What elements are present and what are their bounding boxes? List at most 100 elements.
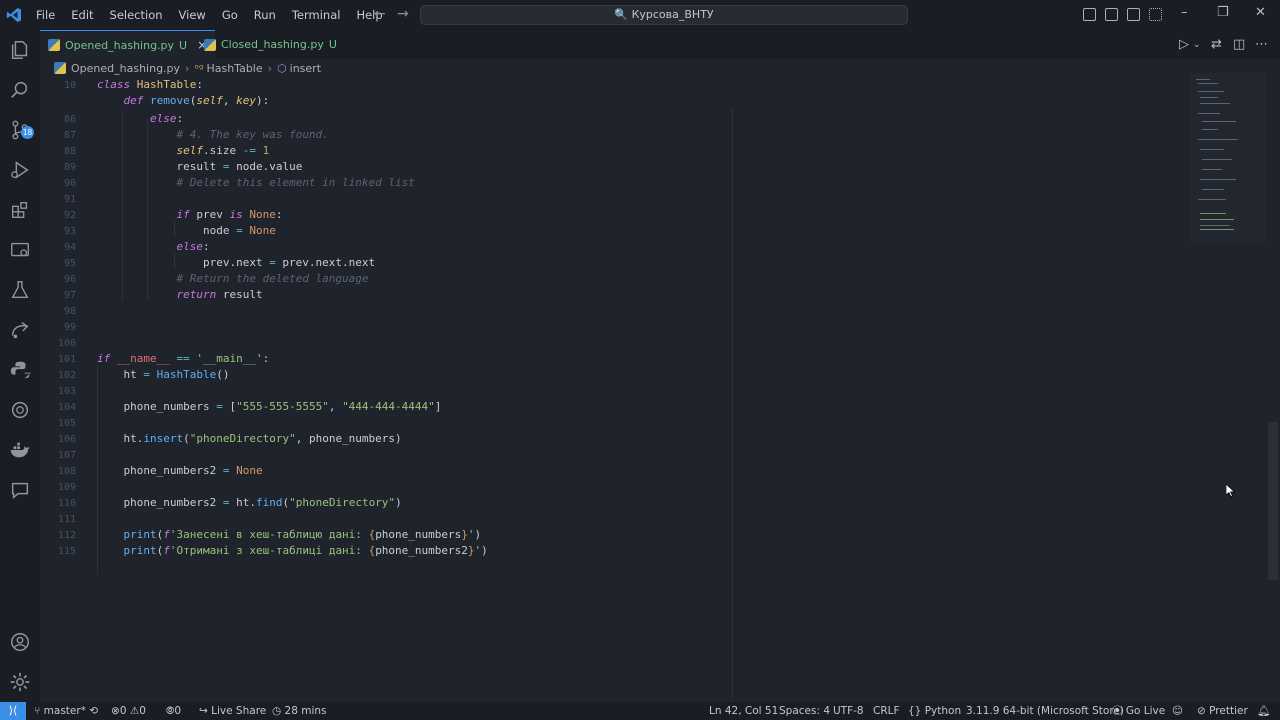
- openai-icon[interactable]: [0, 390, 40, 430]
- command-center-search[interactable]: 🔍 Курсова_ВНТУ: [420, 5, 908, 25]
- docker-icon[interactable]: [0, 430, 40, 470]
- code-line: 97 return result: [63, 288, 263, 301]
- more-actions-icon[interactable]: ⋯: [1255, 37, 1268, 52]
- tab-label: Closed_hashing.py: [221, 38, 324, 51]
- code-line: 10 class HashTable:: [63, 78, 203, 91]
- explorer-icon[interactable]: [0, 30, 40, 70]
- minimap[interactable]: [1190, 73, 1266, 243]
- minimap-line: [1200, 225, 1230, 226]
- minimap-line: [1198, 83, 1218, 84]
- broadcast-icon: ⦿: [1112, 705, 1123, 717]
- compare-changes-icon[interactable]: ⇄: [1211, 37, 1222, 52]
- code-line: 89 result = node.value: [63, 160, 303, 173]
- testing-flask-icon[interactable]: [0, 270, 40, 310]
- restore-icon[interactable]: ❐: [1217, 5, 1229, 20]
- menu-run[interactable]: Run: [246, 0, 284, 30]
- python-file-icon: [54, 62, 66, 74]
- source-control-icon[interactable]: 18: [0, 110, 40, 150]
- time-tracker-status[interactable]: ◷ 28 mins: [272, 702, 327, 720]
- minimap-line: [1200, 229, 1234, 230]
- breadcrumb-method[interactable]: insert: [290, 62, 321, 75]
- python-interpreter[interactable]: 3.11.9 64-bit (Microsoft Store): [966, 702, 1124, 720]
- extensions-icon[interactable]: [0, 190, 40, 230]
- code-line: 107: [57, 450, 76, 461]
- go-live-status[interactable]: ⦿ Go Live: [1112, 702, 1165, 720]
- close-window-icon[interactable]: ✕: [1255, 5, 1266, 20]
- braces-icon: {}: [908, 705, 922, 717]
- run-debug-icon[interactable]: [0, 150, 40, 190]
- tab-label: Opened_hashing.py: [65, 38, 175, 52]
- customize-layout-icon[interactable]: [1149, 8, 1162, 21]
- python-icon[interactable]: [0, 350, 40, 390]
- minimize-icon[interactable]: –: [1181, 5, 1188, 20]
- live-share-icon[interactable]: [0, 310, 40, 350]
- editor-ruler: [732, 108, 733, 702]
- minimap-line: [1202, 169, 1222, 170]
- minimap-line: [1196, 79, 1210, 80]
- activity-bar: 18: [0, 30, 40, 702]
- class-symbol-icon: ᵒᵍ: [194, 61, 204, 75]
- breadcrumb-class[interactable]: HashTable: [206, 62, 262, 75]
- code-line: 109: [57, 482, 76, 493]
- forward-arrow-icon[interactable]: →: [397, 6, 409, 22]
- minimap-line: [1200, 219, 1234, 220]
- menu-terminal[interactable]: Terminal: [284, 0, 349, 30]
- code-line: 115 print(f'Отримані з хеш-таблиці дані:…: [57, 544, 488, 557]
- code-line: 86 else:: [63, 112, 184, 125]
- cursor-position[interactable]: Ln 42, Col 51: [709, 702, 778, 720]
- code-line: 99: [63, 322, 76, 333]
- code-line: 111: [57, 514, 76, 525]
- back-arrow-icon[interactable]: ←: [374, 6, 386, 22]
- notifications-bell-icon[interactable]: 🔔︎: [1257, 702, 1270, 720]
- ports-status[interactable]: ⦾0: [166, 702, 181, 720]
- search-icon[interactable]: [0, 70, 40, 110]
- live-share-status[interactable]: ↪ Live Share: [199, 702, 266, 720]
- indentation[interactable]: Spaces: 4: [779, 702, 830, 720]
- python-file-icon: [204, 38, 216, 51]
- git-branch-status[interactable]: ⑂ master* ⟲: [34, 702, 98, 720]
- minimap-line: [1198, 199, 1226, 200]
- chat-icon[interactable]: [0, 470, 40, 510]
- code-line: 100: [57, 338, 76, 349]
- problems-status[interactable]: ⊗0 ⚠0: [111, 702, 146, 720]
- toggle-primary-sidebar-icon[interactable]: [1083, 8, 1096, 21]
- code-line: 92 if prev is None:: [63, 208, 283, 221]
- manage-gear-icon[interactable]: [0, 662, 40, 702]
- end-of-line[interactable]: CRLF: [873, 702, 900, 720]
- vertical-scrollbar[interactable]: [1268, 422, 1278, 580]
- prettier-status[interactable]: ⊘ Prettier: [1197, 702, 1248, 720]
- minimap-line: [1202, 129, 1218, 130]
- chevron-down-icon[interactable]: ⌄: [1193, 40, 1201, 50]
- minimap-line: [1200, 213, 1226, 214]
- run-file-icon[interactable]: ▷: [1179, 37, 1189, 52]
- menu-view[interactable]: View: [171, 0, 214, 30]
- minimap-line: [1202, 121, 1236, 122]
- remote-indicator-icon[interactable]: ⟩⟨: [0, 702, 26, 720]
- toggle-secondary-sidebar-icon[interactable]: [1127, 8, 1140, 21]
- remote-explorer-icon[interactable]: [0, 230, 40, 270]
- code-editor[interactable]: 10 class HashTable: def remove(self, key)…: [40, 77, 1190, 702]
- code-line: 106 ht.insert("phoneDirectory", phone_nu…: [57, 432, 402, 445]
- code-line: 95 prev.next = prev.next.next: [63, 256, 376, 269]
- breadcrumb: Opened_hashing.py › ᵒᵍ HashTable › ⬡ ins…: [40, 59, 1190, 77]
- code-line: 87 # 4. The key was found.: [63, 128, 329, 141]
- accounts-icon[interactable]: [0, 622, 40, 662]
- code-line: 102 ht = HashTable(): [57, 368, 230, 381]
- menu-edit[interactable]: Edit: [63, 0, 101, 30]
- menu-selection[interactable]: Selection: [102, 0, 171, 30]
- language-mode[interactable]: {} Python: [908, 702, 961, 720]
- menu-go[interactable]: Go: [214, 0, 246, 30]
- encoding[interactable]: UTF-8: [833, 702, 864, 720]
- copilot-icon[interactable]: ☺: [1172, 702, 1183, 720]
- code-line: 93 node = None: [63, 224, 276, 237]
- toggle-panel-icon[interactable]: [1105, 8, 1118, 21]
- tab-opened-hashing[interactable]: Opened_hashing.py U ×: [40, 30, 216, 59]
- split-editor-icon[interactable]: ◫: [1233, 37, 1245, 52]
- tab-closed-hashing[interactable]: Closed_hashing.py U: [196, 30, 345, 59]
- breadcrumb-file[interactable]: Opened_hashing.py: [71, 62, 180, 75]
- code-line: 110 phone_numbers2 = ht.find("phoneDirec…: [57, 496, 402, 509]
- minimap-line: [1198, 113, 1220, 114]
- menu-file[interactable]: File: [28, 0, 63, 30]
- minimap-line: [1200, 149, 1224, 150]
- minimap-line: [1200, 103, 1230, 104]
